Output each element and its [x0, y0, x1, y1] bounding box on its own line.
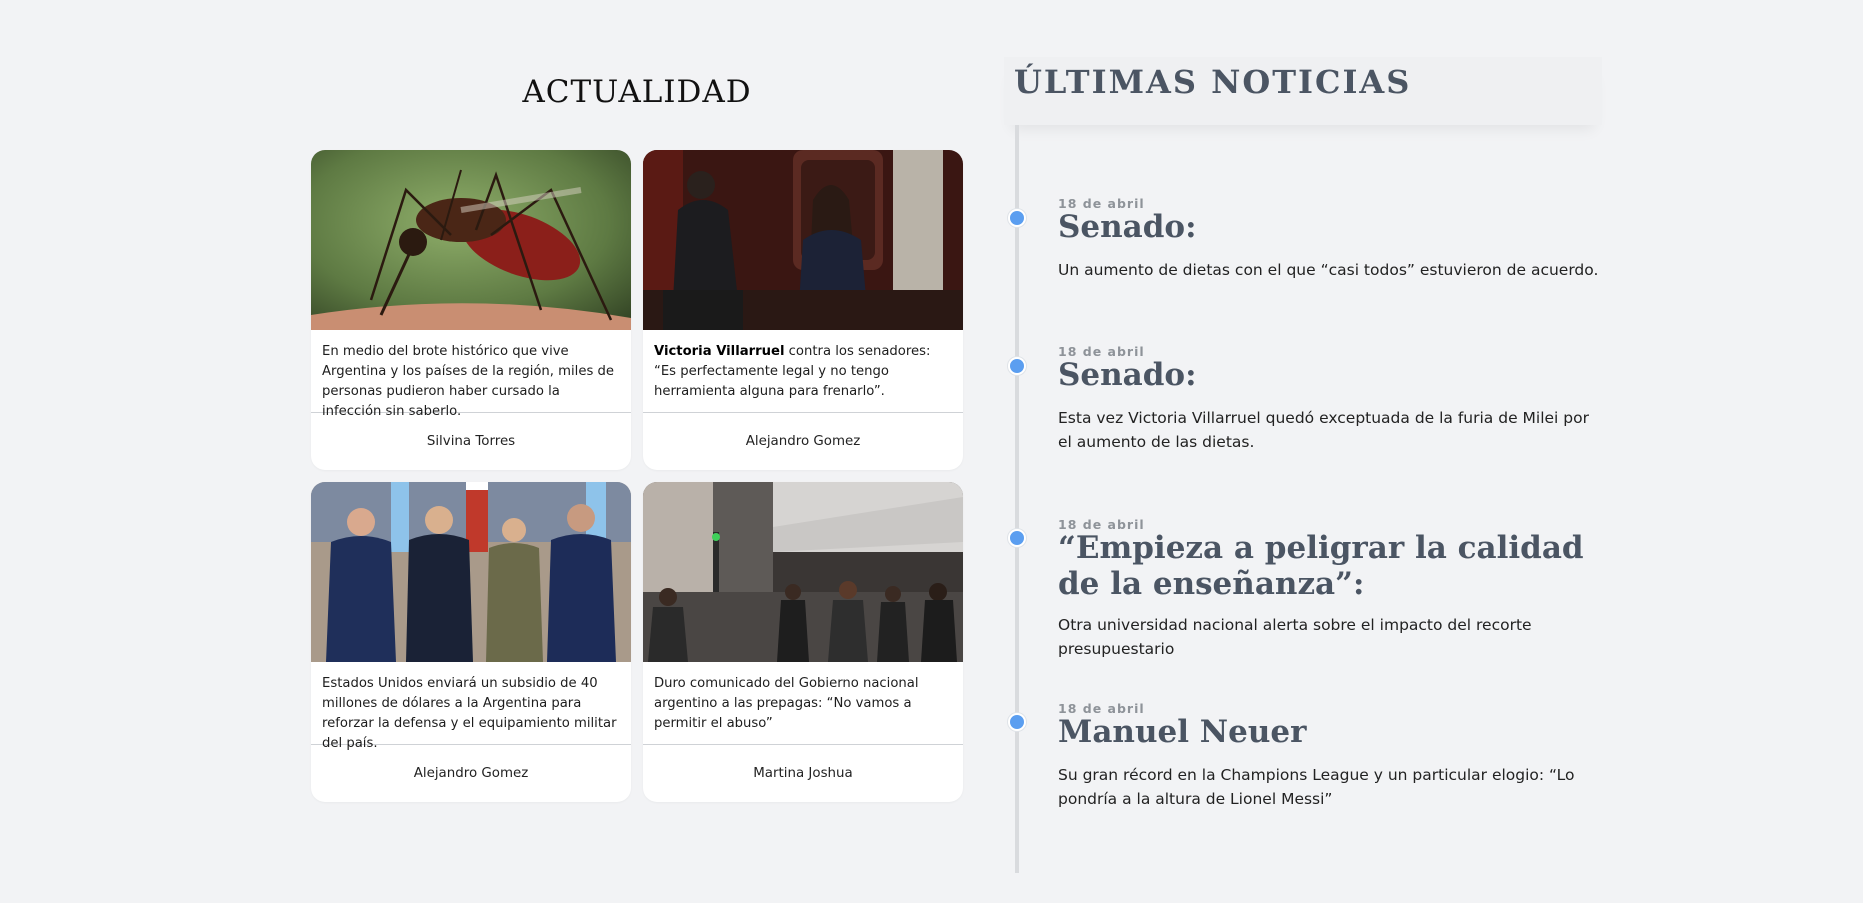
timeline-title[interactable]: Manuel Neuer: [1058, 714, 1603, 750]
news-card[interactable]: Victoria Villarruel contra los senadores…: [643, 150, 963, 470]
news-summary[interactable]: Estados Unidos enviará un subsidio de 40…: [311, 662, 631, 751]
section-title: ÚLTIMAS NOTICIAS: [1014, 63, 1412, 101]
news-author[interactable]: Silvina Torres: [311, 413, 631, 470]
street-image: [643, 482, 963, 662]
timeline-title[interactable]: Senado:: [1058, 209, 1603, 245]
timeline-dot-icon: [1008, 357, 1026, 375]
ultimas-noticias-section: ÚLTIMAS NOTICIAS 18 de abril Senado: Un …: [1004, 57, 1602, 877]
actualidad-section: ACTUALIDAD En medio del brote histórico …: [311, 70, 963, 802]
timeline-dot-icon: [1008, 209, 1026, 227]
timeline-title[interactable]: “Empieza a peligrar la calidad de la ens…: [1058, 530, 1603, 602]
timeline-dot-icon: [1008, 713, 1026, 731]
news-card[interactable]: Estados Unidos enviará un subsidio de 40…: [311, 482, 631, 802]
timeline-dot-icon: [1008, 529, 1026, 547]
news-image[interactable]: [311, 482, 631, 662]
news-author[interactable]: Martina Joshua: [643, 745, 963, 802]
section-title: ACTUALIDAD: [522, 74, 752, 110]
news-summary-highlight: Victoria Villarruel: [654, 344, 785, 359]
news-card[interactable]: En medio del brote histórico que vive Ar…: [311, 150, 631, 470]
news-image[interactable]: [643, 150, 963, 330]
news-author[interactable]: Alejandro Gomez: [643, 413, 963, 470]
news-image[interactable]: [643, 482, 963, 662]
timeline-description[interactable]: Su gran récord en la Champions League y …: [1058, 763, 1603, 811]
news-author[interactable]: Alejandro Gomez: [311, 745, 631, 802]
officials-image: [311, 482, 631, 662]
news-summary[interactable]: Duro comunicado del Gobierno nacional ar…: [643, 662, 963, 745]
timeline-description[interactable]: Otra universidad nacional alerta sobre e…: [1058, 613, 1603, 661]
mosquito-image: [311, 150, 631, 330]
news-summary[interactable]: En medio del brote histórico que vive Ar…: [311, 330, 631, 419]
news-image[interactable]: [311, 150, 631, 330]
news-summary[interactable]: Victoria Villarruel contra los senadores…: [643, 330, 963, 413]
timeline-description[interactable]: Un aumento de dietas con el que “casi to…: [1058, 258, 1603, 282]
timeline-title[interactable]: Senado:: [1058, 357, 1603, 393]
timeline-description[interactable]: Esta vez Victoria Villarruel quedó excep…: [1058, 406, 1603, 454]
timeline-line: [1015, 125, 1019, 873]
senate-image: [643, 150, 963, 330]
news-card[interactable]: Duro comunicado del Gobierno nacional ar…: [643, 482, 963, 802]
news-grid: En medio del brote histórico que vive Ar…: [311, 150, 963, 802]
ultimas-noticias-header: ÚLTIMAS NOTICIAS: [1004, 57, 1602, 125]
